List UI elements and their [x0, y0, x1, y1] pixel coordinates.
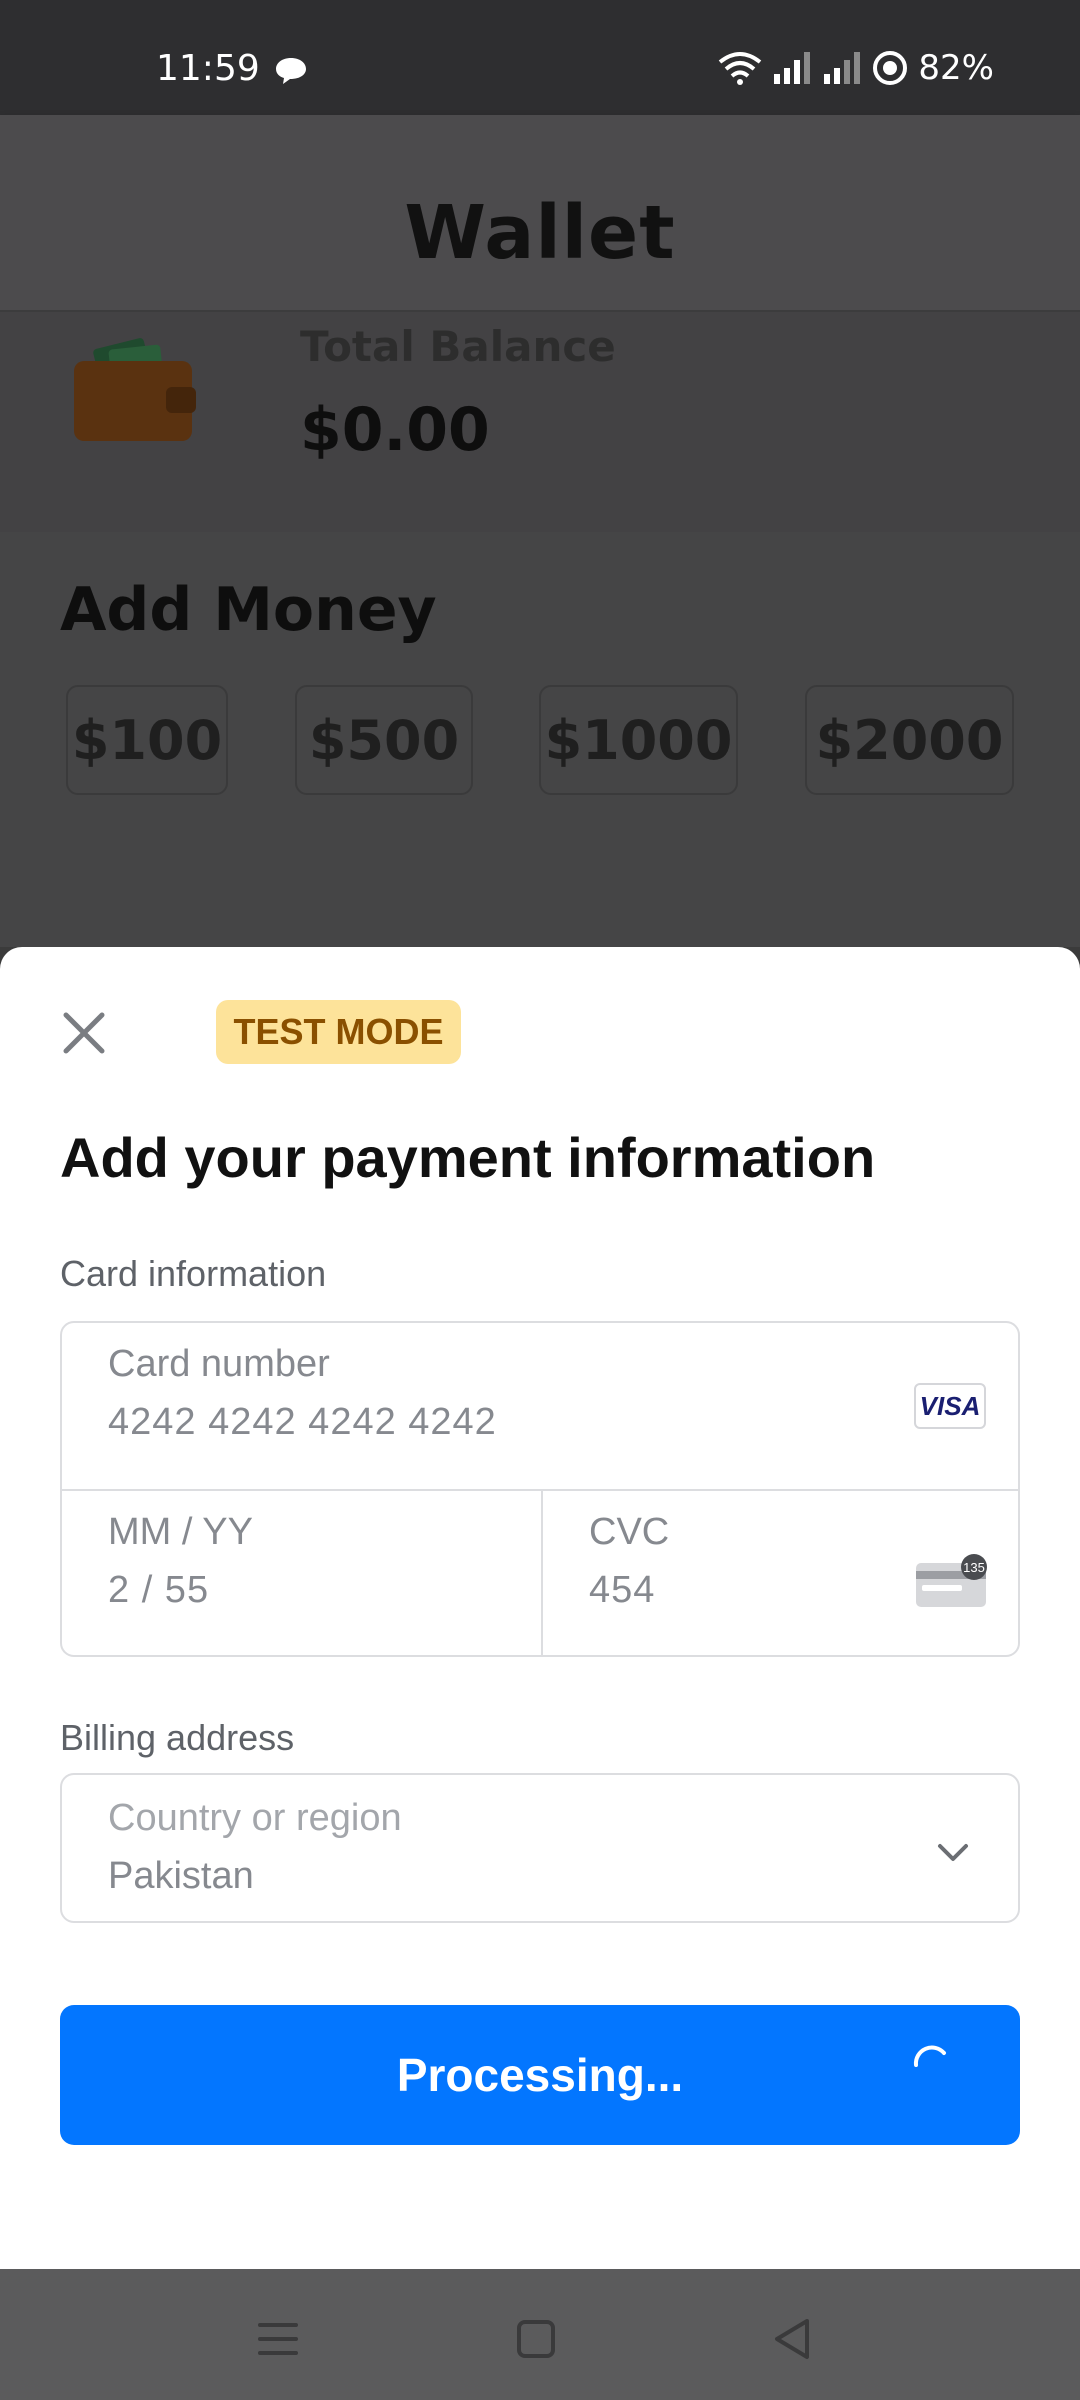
- country-select[interactable]: Country or region Pakistan: [60, 1773, 1020, 1923]
- balance-label: Total Balance: [300, 322, 616, 371]
- card-number-value: 4242 4242 4242 4242: [108, 1401, 497, 1443]
- close-icon[interactable]: [58, 1007, 110, 1059]
- expiry-field[interactable]: MM / YY 2 / 55: [62, 1491, 541, 1655]
- processing-button-label: Processing...: [396, 2049, 684, 2101]
- loading-spinner-icon: [913, 2045, 946, 2067]
- cvc-badge-text: 135: [963, 1560, 985, 1575]
- status-bar: 11:59 82%: [0, 0, 1080, 115]
- chevron-down-icon: [938, 1844, 968, 1861]
- menu-icon[interactable]: [248, 2309, 308, 2369]
- cvc-value: 454: [589, 1569, 656, 1611]
- test-mode-badge: TEST MODE: [216, 1000, 461, 1064]
- home-square-icon[interactable]: [506, 2309, 566, 2369]
- status-icons: 82%: [718, 48, 994, 88]
- cvc-label: CVC: [589, 1511, 670, 1553]
- wifi-icon: [719, 52, 762, 85]
- amount-button-500[interactable]: $500: [295, 685, 473, 795]
- wallet-screen: Wallet: [0, 115, 1080, 947]
- cvc-card-icon: 135: [916, 1554, 987, 1607]
- country-value: Pakistan: [108, 1855, 254, 1897]
- battery-percentage: 82%: [918, 48, 994, 88]
- app-header: Wallet: [0, 115, 1080, 312]
- expiry-value: 2 / 55: [108, 1569, 210, 1611]
- processing-button[interactable]: Processing...: [60, 2005, 1020, 2145]
- navigation-bar: [0, 2269, 1080, 2400]
- add-money-title: Add Money: [60, 575, 437, 645]
- card-number-field[interactable]: Card number 4242 4242 4242 4242 VISA: [62, 1323, 1018, 1489]
- card-information-label: Card information: [60, 1253, 327, 1294]
- expiry-label: MM / YY: [108, 1511, 253, 1553]
- payment-sheet: TEST MODE Add your payment information C…: [0, 947, 1080, 2269]
- amount-button-100[interactable]: $100: [66, 685, 228, 795]
- amount-button-1000[interactable]: $1000: [539, 685, 738, 795]
- amount-button-2000[interactable]: $2000: [805, 685, 1014, 795]
- card-information-box: Card number 4242 4242 4242 4242 VISA MM …: [60, 1321, 1020, 1657]
- card-number-label: Card number: [108, 1343, 330, 1385]
- visa-logo-icon: VISA: [914, 1383, 986, 1429]
- chat-bubble-icon: [276, 58, 306, 84]
- page-title: Wallet: [404, 190, 676, 276]
- status-time: 11:59: [156, 48, 260, 89]
- sheet-title: Add your payment information: [60, 1126, 876, 1189]
- balance-value: $0.00: [300, 395, 490, 465]
- cvc-field[interactable]: CVC 454 135: [543, 1491, 1018, 1655]
- back-triangle-icon[interactable]: [763, 2309, 823, 2369]
- billing-address-label: Billing address: [60, 1717, 295, 1758]
- wallet-icon: [74, 338, 196, 441]
- country-label: Country or region: [108, 1797, 402, 1839]
- signal-icon: [824, 52, 861, 84]
- target-icon: [873, 51, 908, 85]
- signal-icon: [774, 52, 811, 84]
